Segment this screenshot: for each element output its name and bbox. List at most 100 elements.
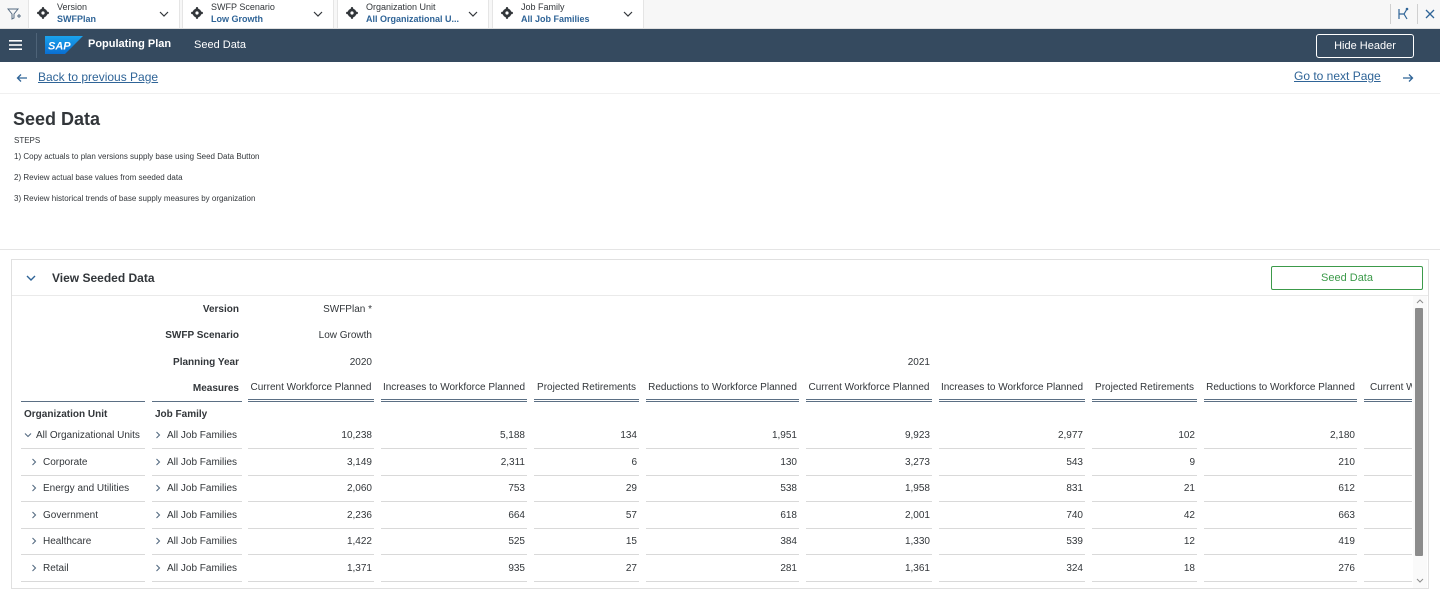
next-link[interactable]: Go to next Page [1294, 69, 1381, 83]
chevron-right-icon[interactable] [154, 537, 162, 545]
value-cell[interactable]: 664 [381, 510, 525, 521]
filter-job-family[interactable]: Job Family All Job Families [492, 0, 644, 28]
org-unit-cell[interactable]: Corporate [43, 457, 87, 468]
measure-header[interactable]: Reductions to Workforce Planned [646, 382, 799, 402]
measure-header[interactable]: Current Workforce Planned [806, 382, 932, 402]
org-unit-cell[interactable]: Retail [43, 563, 69, 574]
value-cell[interactable]: 21 [1092, 483, 1195, 494]
arrow-right-icon[interactable] [1402, 72, 1414, 84]
value-cell[interactable]: 10,238 [248, 430, 372, 441]
year-2020[interactable]: 2020 [312, 357, 372, 368]
value-cell[interactable]: 9 [1092, 457, 1195, 468]
value-cell[interactable]: 935 [381, 563, 525, 574]
value-cell[interactable]: 2,236 [248, 510, 372, 521]
value-cell[interactable]: 29 [534, 483, 637, 494]
chevron-down-icon[interactable] [24, 431, 32, 439]
value-cell[interactable]: 2,180 [1204, 430, 1355, 441]
arrow-left-icon[interactable] [16, 72, 28, 84]
chevron-down-icon[interactable] [158, 8, 170, 20]
value-cell[interactable]: 753 [381, 483, 525, 494]
org-unit-cell[interactable]: Healthcare [43, 536, 91, 547]
measure-header[interactable]: Increases to Workforce Planned [381, 382, 527, 402]
job-family-cell[interactable]: All Job Families [167, 563, 237, 574]
filter-organization-unit[interactable]: Organization Unit All Organizational U..… [337, 0, 489, 28]
value-cell[interactable]: 134 [534, 430, 637, 441]
chevron-down-icon[interactable] [467, 8, 479, 20]
value-cell[interactable]: 210 [1204, 457, 1355, 468]
value-cell[interactable]: 15 [534, 536, 637, 547]
chevron-right-icon[interactable] [30, 537, 38, 545]
chevron-down-icon[interactable] [312, 8, 324, 20]
value-cell[interactable]: 3,273 [806, 457, 930, 468]
hide-header-button[interactable]: Hide Header [1316, 34, 1414, 58]
version-value[interactable]: SWFPlan * [282, 304, 372, 315]
value-cell[interactable]: 663 [1204, 510, 1355, 521]
chevron-right-icon[interactable] [30, 511, 38, 519]
value-cell[interactable]: 2,311 [381, 457, 525, 468]
value-cell[interactable]: 5,188 [381, 430, 525, 441]
value-cell[interactable]: 276 [1204, 563, 1355, 574]
value-cell[interactable]: 543 [939, 457, 1083, 468]
value-cell[interactable]: 1,951 [646, 430, 797, 441]
value-cell[interactable]: 2,977 [939, 430, 1083, 441]
value-cell[interactable]: 1,330 [806, 536, 930, 547]
year-2021[interactable]: 2021 [870, 357, 930, 368]
value-cell[interactable]: 42 [1092, 510, 1195, 521]
scrollbar-thumb[interactable] [1415, 308, 1423, 556]
value-cell[interactable]: 384 [646, 536, 797, 547]
value-cell[interactable]: 525 [381, 536, 525, 547]
job-family-cell[interactable]: All Job Families [167, 536, 237, 547]
seed-data-button[interactable]: Seed Data [1271, 266, 1423, 290]
job-family-cell[interactable]: All Job Families [167, 483, 237, 494]
value-cell[interactable]: 539 [939, 536, 1083, 547]
chevron-right-icon[interactable] [154, 511, 162, 519]
value-cell[interactable]: 9,923 [806, 430, 930, 441]
scenario-value[interactable]: Low Growth [282, 330, 372, 341]
value-cell[interactable]: 1,958 [806, 483, 930, 494]
value-cell[interactable]: 6 [534, 457, 637, 468]
vertical-scrollbar[interactable] [1413, 296, 1427, 588]
org-unit-cell[interactable]: Energy and Utilities [43, 483, 129, 494]
back-link[interactable]: Back to previous Page [38, 70, 158, 84]
job-family-cell[interactable]: All Job Families [167, 430, 237, 441]
chevron-right-icon[interactable] [154, 484, 162, 492]
chevron-right-icon[interactable] [154, 458, 162, 466]
variant-icon[interactable] [1397, 7, 1411, 21]
value-cell[interactable]: 2,001 [806, 510, 930, 521]
value-cell[interactable]: 538 [646, 483, 797, 494]
value-cell[interactable]: 130 [646, 457, 797, 468]
value-cell[interactable]: 1,422 [248, 536, 372, 547]
value-cell[interactable]: 57 [534, 510, 637, 521]
measure-header[interactable]: Projected Retirements [1092, 382, 1197, 402]
chevron-down-icon[interactable] [25, 272, 37, 284]
scroll-up-icon[interactable] [1416, 298, 1424, 304]
chevron-right-icon[interactable] [30, 564, 38, 572]
measure-header[interactable]: Reductions to Workforce Planned [1204, 382, 1357, 402]
value-cell[interactable]: 27 [534, 563, 637, 574]
chevron-right-icon[interactable] [154, 564, 162, 572]
org-unit-cell[interactable]: Government [43, 510, 98, 521]
value-cell[interactable]: 2,060 [248, 483, 372, 494]
value-cell[interactable]: 281 [646, 563, 797, 574]
close-icon[interactable] [1424, 8, 1436, 20]
job-family-cell[interactable]: All Job Families [167, 457, 237, 468]
measure-header[interactable]: Projected Retirements [534, 382, 639, 402]
chevron-right-icon[interactable] [30, 484, 38, 492]
chevron-right-icon[interactable] [30, 458, 38, 466]
measure-header[interactable]: Increases to Workforce Planned [939, 382, 1085, 402]
value-cell[interactable]: 12 [1092, 536, 1195, 547]
value-cell[interactable]: 618 [646, 510, 797, 521]
menu-icon[interactable] [9, 39, 23, 51]
filter-add-icon[interactable] [0, 0, 28, 28]
chevron-right-icon[interactable] [154, 431, 162, 439]
value-cell[interactable]: 18 [1092, 563, 1195, 574]
filter-version[interactable]: Version SWFPlan [28, 0, 180, 28]
value-cell[interactable]: 324 [939, 563, 1083, 574]
job-family-cell[interactable]: All Job Families [167, 510, 237, 521]
value-cell[interactable]: 612 [1204, 483, 1355, 494]
filter-swfp-scenario[interactable]: SWFP Scenario Low Growth [182, 0, 334, 28]
value-cell[interactable]: 3,149 [248, 457, 372, 468]
org-unit-cell[interactable]: All Organizational Units [36, 430, 140, 441]
value-cell[interactable]: 102 [1092, 430, 1195, 441]
measure-header[interactable]: Current Workforce Planned [248, 382, 374, 402]
